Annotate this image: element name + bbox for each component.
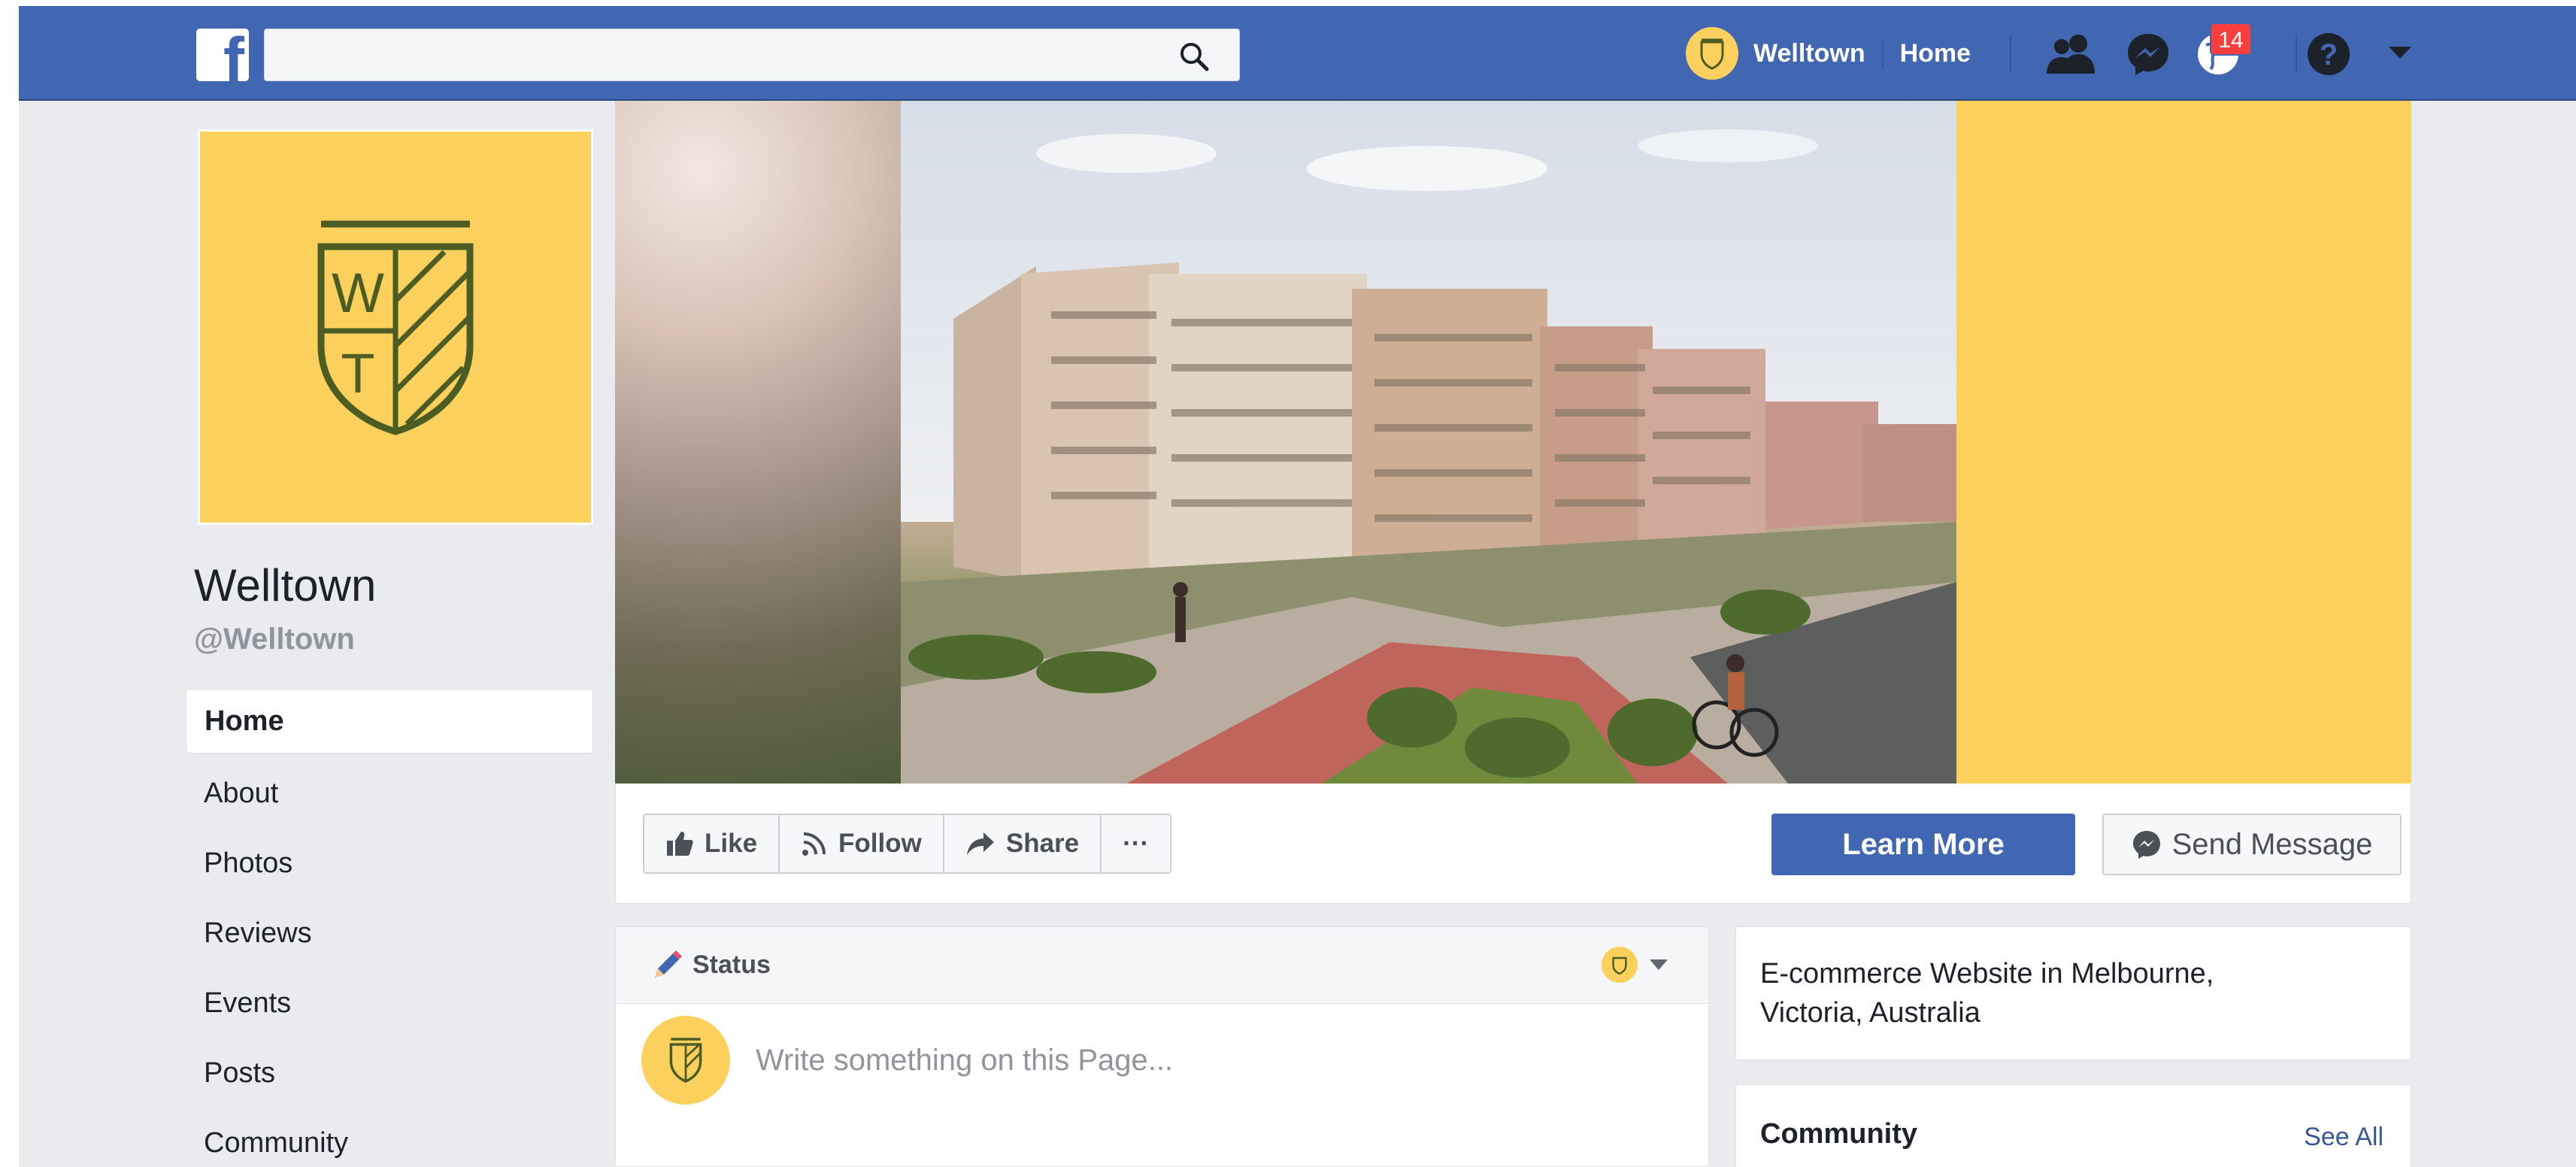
nav-item-home[interactable]: Home [186, 689, 593, 753]
nav-item-reviews[interactable]: Reviews [186, 899, 593, 968]
messenger-icon[interactable] [2126, 32, 2171, 77]
share-button[interactable]: Share [944, 815, 1102, 872]
post-as-selector[interactable] [1602, 947, 1668, 983]
search-icon[interactable] [1179, 41, 1209, 71]
send-message-label: Send Message [2171, 827, 2373, 861]
facebook-logo-letter: f [223, 29, 244, 81]
page-navigation: Home About Photos Reviews Events Posts C… [186, 689, 593, 1167]
chevron-down-icon [1650, 959, 1668, 970]
follow-label: Follow [838, 829, 922, 858]
cover-photo[interactable] [615, 101, 2411, 784]
community-title: Community [1760, 1118, 1917, 1150]
send-message-button[interactable]: Send Message [2102, 814, 2402, 875]
follow-button[interactable]: Follow [780, 815, 944, 872]
topbar-separator [1881, 38, 1884, 68]
share-label: Share [1005, 829, 1080, 858]
composer-body[interactable]: Write something on this Page... [616, 1004, 1708, 1117]
facebook-page: f Welltown Home 14 ? W T Welltown @Wellt… [19, 6, 2576, 1167]
see-all-link[interactable]: See All [2304, 1123, 2384, 1152]
like-label: Like [705, 829, 758, 858]
thumbs-up-icon [667, 832, 693, 856]
cover-yellow-panel [1956, 101, 2411, 784]
page-action-bar: Like Follow Share ··· Learn More Send Me… [615, 784, 2411, 904]
composer-header: Status [616, 927, 1708, 1004]
topbar-page-avatar [1686, 27, 1738, 80]
welltown-logo: W T [317, 220, 474, 435]
nav-item-events[interactable]: Events [186, 968, 593, 1038]
logo-letter-t: T [341, 342, 374, 405]
rss-icon [802, 832, 826, 856]
nav-item-about[interactable]: About [186, 759, 593, 829]
page-actions-group: Like Follow Share ··· [643, 814, 1172, 874]
messenger-small-icon [2132, 831, 2160, 859]
topbar-separator [2296, 35, 2297, 72]
community-card: Community See All [1735, 1084, 2411, 1167]
topbar-home-link[interactable]: Home [1900, 39, 1971, 68]
friends-icon[interactable] [2045, 32, 2098, 75]
page-handle[interactable]: @Welltown [194, 623, 355, 656]
topbar-page-link[interactable]: Welltown Home [1686, 26, 1971, 81]
page-title[interactable]: Welltown [194, 559, 376, 611]
pencil-icon [655, 950, 682, 978]
topbar-separator [2010, 35, 2011, 72]
logo-letter-w: W [332, 262, 384, 324]
about-line-2: Victoria, Australia [1760, 997, 1980, 1029]
cover-bokeh-panel [615, 101, 901, 784]
learn-more-button[interactable]: Learn More [1771, 814, 2075, 875]
svg-text:?: ? [2320, 38, 2338, 71]
composer-avatar [641, 1016, 730, 1105]
facebook-logo-icon[interactable]: f [196, 29, 249, 81]
nav-item-community[interactable]: Community [186, 1108, 593, 1167]
more-options-button[interactable]: ··· [1102, 815, 1170, 872]
top-navigation-bar: f Welltown Home 14 ? [19, 6, 2576, 101]
nav-item-posts[interactable]: Posts [186, 1038, 593, 1108]
like-button[interactable]: Like [644, 815, 780, 872]
search-input[interactable] [264, 29, 1240, 81]
post-as-avatar [1602, 947, 1638, 983]
about-card: E-commerce Website in Melbourne, Victori… [1735, 926, 2411, 1060]
cover-building-photo [901, 101, 1956, 784]
post-composer: Status Write something on this Page... [615, 926, 1709, 1167]
about-line-1: E-commerce Website in Melbourne, [1760, 958, 2214, 990]
status-tab[interactable]: Status [692, 950, 771, 980]
building-illustration [901, 101, 1956, 784]
nav-item-photos[interactable]: Photos [186, 829, 593, 899]
profile-picture[interactable]: W T [198, 129, 593, 525]
composer-placeholder[interactable]: Write something on this Page... [756, 1044, 1173, 1078]
notification-badge: 14 [2210, 23, 2252, 56]
dropdown-icon[interactable] [2387, 45, 2413, 62]
share-arrow-icon [966, 832, 994, 855]
topbar-page-name: Welltown [1753, 38, 1865, 68]
help-icon[interactable]: ? [2306, 32, 2351, 77]
